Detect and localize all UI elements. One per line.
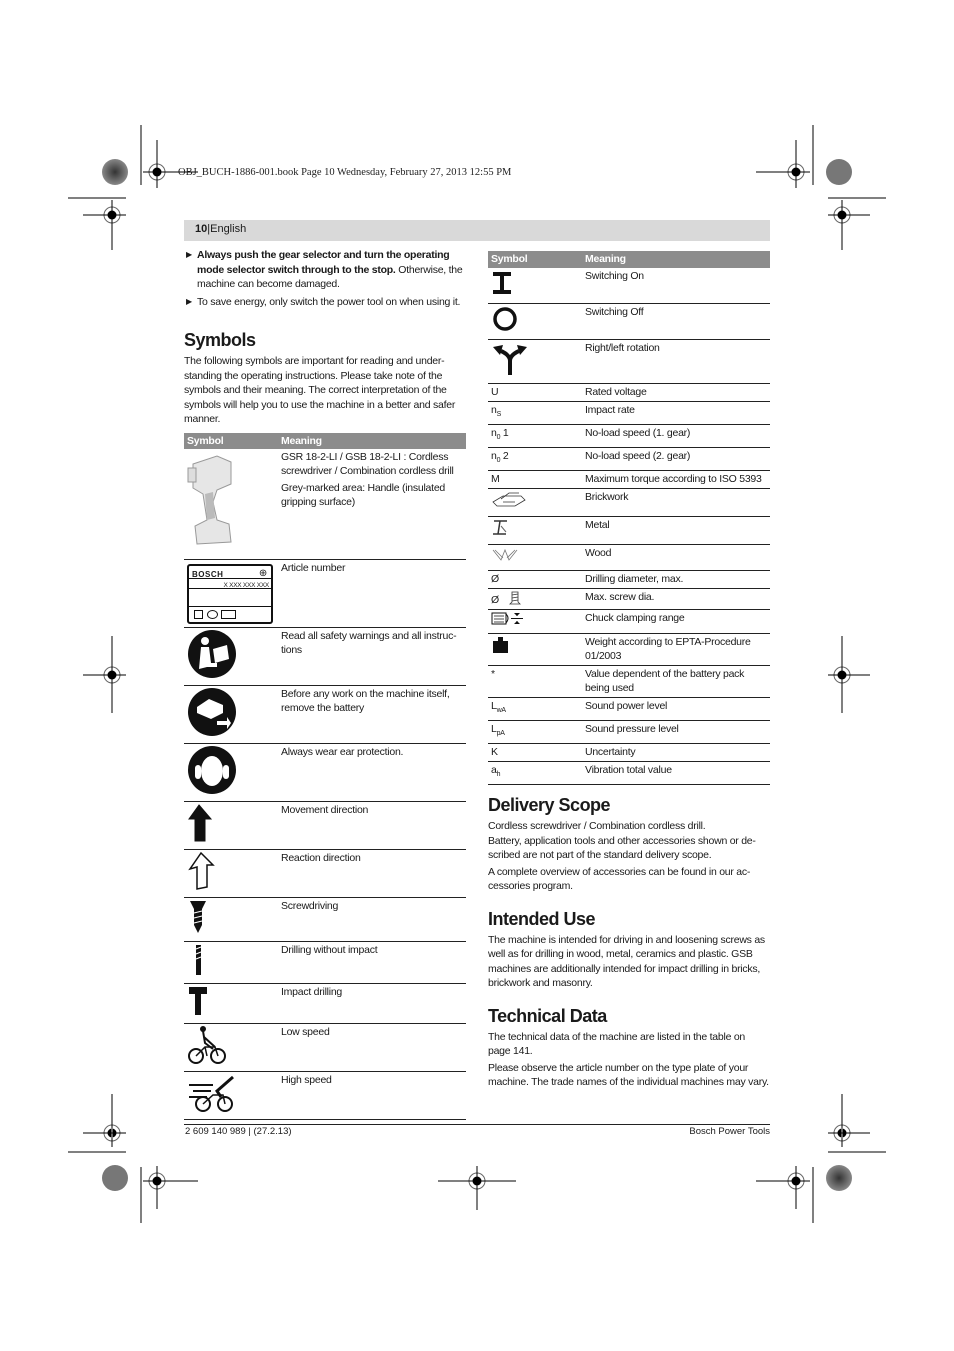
table-row: Switching On — [488, 267, 770, 304]
column-header-symbol: Symbol — [488, 251, 582, 268]
table-row: K Uncertainty — [488, 743, 770, 762]
left-column: ▶ Always push the gear selector and turn… — [184, 248, 468, 1120]
switch-off-icon — [493, 306, 517, 331]
technical-data-text: The technical data of the machine are li… — [488, 1030, 746, 1058]
table-row: Ø Drilling diameter, max. — [488, 570, 770, 589]
table-row: GSR 18-2-LI / GSB 18-2-LI : Cordless scr… — [184, 449, 466, 560]
bullet-item: ▶ To save energy, only switch the power … — [186, 295, 461, 308]
type-plate-icon: BOSCH ⊕ X XXX XXX XXX — [187, 563, 273, 624]
table-row: Movement direction — [184, 801, 466, 850]
table-row: Before any work on the machine itself, r… — [184, 685, 466, 744]
table-row: n0 2 No-load speed (2. gear) — [488, 447, 770, 471]
impact-drilling-icon — [189, 986, 207, 1015]
bullet-triangle-icon: ▶ — [186, 250, 192, 259]
screwdriving-icon — [190, 900, 206, 933]
switch-on-icon — [493, 271, 511, 294]
metal-icon — [493, 520, 507, 535]
table-row: Screwdriving — [184, 897, 466, 942]
table-row: Drilling without impact — [184, 941, 466, 984]
movement-direction-icon — [188, 803, 213, 841]
rotation-icon — [493, 344, 527, 375]
delivery-scope-text: A complete overview of accessories can b… — [488, 865, 751, 893]
print-marks — [68, 125, 886, 1223]
table-row: n0 1 No-load speed (1. gear) — [488, 424, 770, 448]
symbols-table-right: Symbol Meaning Switching On Switching Of… — [488, 251, 770, 786]
table-row: BOSCH ⊕ X XXX XXX XXX Article number — [184, 559, 466, 628]
page-number: 10 — [195, 223, 208, 235]
delivery-scope-text: Battery, application tools and other acc… — [488, 834, 756, 862]
screw-icon — [508, 591, 521, 605]
weight-icon — [493, 636, 508, 653]
table-row: Chuck clamping range — [488, 609, 770, 634]
table-row: Always wear ear protection. — [184, 743, 466, 802]
footer-brand: Bosch Power Tools — [689, 1126, 770, 1137]
intended-use-text: The machine is intended for driving in a… — [488, 933, 765, 990]
table-row: Switching Off — [488, 303, 770, 340]
table-row: Reaction direction — [184, 849, 466, 898]
read-manual-icon — [188, 629, 236, 678]
chuck-icon — [491, 612, 523, 625]
remove-battery-icon — [188, 687, 236, 736]
table-row: Brickwork — [488, 488, 770, 517]
wood-icon — [492, 548, 518, 561]
cordless-drill-icon — [187, 455, 232, 545]
delivery-scope-heading: Delivery Scope — [488, 795, 611, 816]
table-row: Ø Max. screw dia. — [488, 588, 770, 610]
table-row: M Maximum torque according to ISO 5393 — [488, 470, 770, 489]
table-row: LpA Sound pressure level — [488, 720, 770, 744]
footer-doc-number: 2 609 140 989 | (27.2.13) — [185, 1126, 292, 1137]
technical-data-text: Please observe the article number on the… — [488, 1061, 769, 1089]
page-header: 10|English — [184, 220, 770, 241]
bullet-item: ▶ Always push the gear selector and turn… — [186, 249, 463, 290]
low-speed-icon — [188, 1025, 226, 1064]
color-target-icon — [102, 1165, 128, 1191]
table-row: nS Impact rate — [488, 401, 770, 425]
table-row: Read all safety warnings and all instruc… — [184, 627, 466, 686]
brickwork-icon — [492, 492, 526, 507]
reaction-direction-icon — [188, 851, 215, 890]
column-header-symbol: Symbol — [184, 432, 278, 449]
table-row: ah Vibration total value — [488, 761, 770, 786]
ear-protection-icon — [188, 745, 236, 794]
header-language: English — [210, 223, 247, 235]
color-target-icon — [102, 159, 128, 185]
drilling-icon — [195, 944, 202, 975]
technical-data-heading: Technical Data — [488, 1005, 607, 1026]
table-row: Right/left rotation — [488, 339, 770, 384]
table-row: High speed — [184, 1071, 466, 1120]
color-target-icon — [826, 159, 852, 185]
color-target-icon — [826, 1165, 852, 1191]
table-row: Weight according to EPTA-Procedure 01/20… — [488, 633, 770, 666]
column-header-meaning: Meaning — [582, 251, 770, 268]
symbols-table-left: Symbol Meaning GSR 18-2-LI / GSB 18-2-LI… — [184, 432, 466, 1120]
table-row: Metal — [488, 516, 770, 545]
intended-use-heading: Intended Use — [488, 908, 596, 929]
table-row: Wood — [488, 544, 770, 571]
symbols-intro: The following symbols are important for … — [184, 355, 456, 425]
table-row: Low speed — [184, 1023, 466, 1072]
high-speed-icon — [189, 1075, 234, 1112]
file-slug: OBJ_BUCH-1886-001.book Page 10 Wednesday… — [178, 167, 512, 178]
column-header-meaning: Meaning — [278, 432, 466, 449]
footer-divider — [184, 1124, 770, 1125]
symbols-heading: Symbols — [184, 330, 256, 350]
table-row: LwA Sound power level — [488, 697, 770, 721]
table-row: * Value dependent of the battery pack bei… — [488, 665, 770, 698]
right-column: Symbol Meaning Switching On Switching Of… — [488, 251, 770, 1092]
bullet-triangle-icon: ▶ — [186, 296, 192, 306]
table-row: Impact drilling — [184, 983, 466, 1024]
table-row: U Rated voltage — [488, 383, 770, 402]
delivery-scope-text: Cordless screwdriver / Combination cordl… — [488, 820, 706, 833]
